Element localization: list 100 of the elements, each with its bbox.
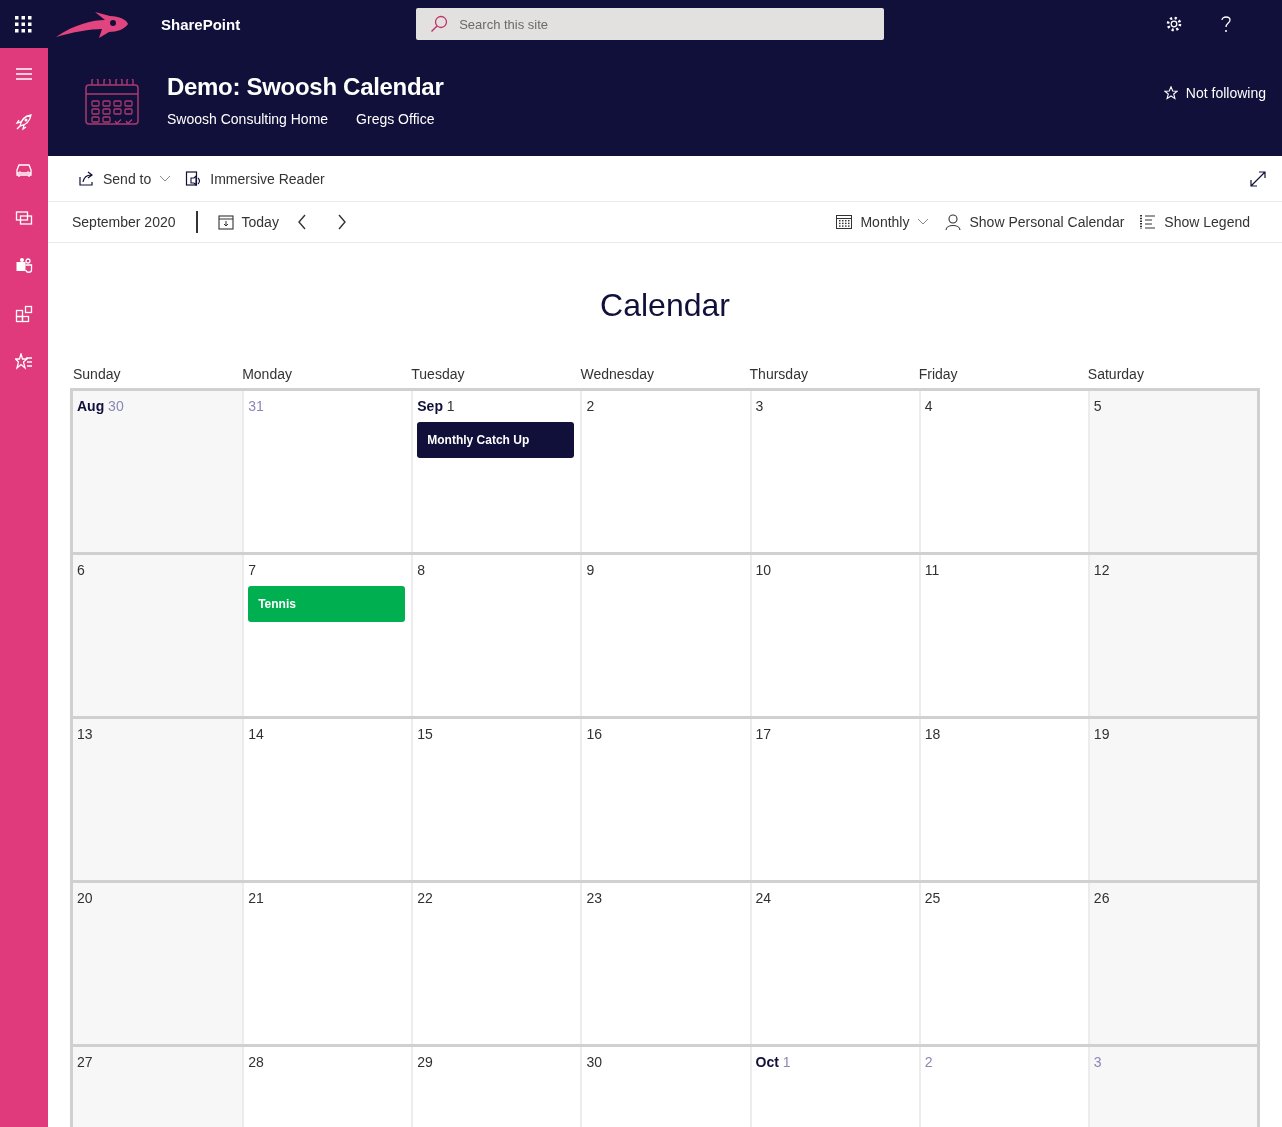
event-item[interactable]: Monthly Catch Up [417, 422, 575, 458]
day-number: 21 [248, 890, 265, 906]
previous-button[interactable] [296, 214, 307, 230]
day-cell[interactable]: 19 [1087, 719, 1257, 880]
day-number: 5 [1093, 398, 1103, 414]
chevron-down-icon [917, 218, 930, 226]
share-icon [78, 170, 95, 187]
rail-button[interactable] [15, 256, 33, 276]
day-number: Sep 1 [417, 398, 456, 414]
chevron-right-icon [336, 214, 347, 230]
day-number: Oct 1 [755, 1054, 792, 1070]
show-personal-calendar-button[interactable]: Show Personal Calendar [945, 214, 1125, 230]
day-number: 8 [417, 562, 427, 578]
people-icon [15, 257, 33, 275]
settings-icon [1165, 15, 1183, 33]
chevron-left-icon [296, 214, 307, 230]
menu-icon [15, 65, 33, 83]
site-link[interactable]: Gregs Office [356, 111, 435, 127]
day-number: 22 [417, 890, 434, 906]
calendar-icon [836, 214, 853, 230]
expand-button[interactable] [1250, 170, 1266, 187]
chevron-down-icon [159, 174, 172, 183]
day-number: 3 [1093, 1054, 1103, 1070]
day-number: 25 [924, 890, 942, 906]
search-icon [430, 15, 449, 33]
day-number: 10 [755, 562, 773, 578]
day-number: 2 [924, 1054, 934, 1070]
send-to-button[interactable]: Send to [78, 170, 172, 187]
day-cell[interactable]: 5 [1087, 391, 1257, 552]
rocket-icon [15, 113, 33, 131]
weekday-header: Thursday [749, 366, 809, 382]
day-number: 23 [586, 890, 603, 906]
weekday-header: Friday [918, 366, 959, 382]
weekday-header: Wednesday [580, 366, 656, 382]
day-number: 13 [77, 726, 94, 742]
day-number: 11 [924, 562, 941, 578]
day-number: 20 [77, 890, 94, 906]
app-launcher-button[interactable] [15, 15, 32, 33]
day-number: 28 [248, 1054, 265, 1070]
today-button[interactable]: Today [217, 214, 279, 230]
day-number: 6 [77, 562, 86, 578]
day-number: 17 [755, 726, 773, 742]
rail-button[interactable] [15, 304, 33, 324]
day-cell[interactable]: 13 [73, 719, 243, 880]
apps-icon [15, 305, 33, 323]
help-icon [1220, 15, 1232, 33]
day-cell[interactable]: 27 [73, 1047, 243, 1127]
weekday-header: Sunday [73, 366, 122, 382]
site-title: Demo: Swoosh Calendar [167, 73, 444, 101]
calendar-icon [85, 79, 139, 125]
car-icon [15, 161, 33, 179]
day-number: 2 [586, 398, 596, 414]
immersive-reader-button[interactable]: Immersive Reader [185, 170, 325, 187]
rail-button[interactable] [15, 112, 33, 132]
rail-button[interactable] [15, 208, 33, 228]
day-number: 27 [77, 1054, 94, 1070]
search-field[interactable]: Search this site [416, 8, 885, 40]
windows-icon [15, 209, 33, 227]
follow-button[interactable]: Not following [1163, 85, 1266, 101]
month-label: September 2020 [72, 214, 176, 230]
book-speaker-icon [185, 170, 203, 187]
weekday-header: Monday [242, 366, 293, 382]
day-cell[interactable]: 12 [1087, 555, 1257, 716]
day-cell[interactable]: 6 [73, 555, 243, 716]
waffle-icon [15, 15, 32, 33]
day-number: 24 [755, 890, 773, 906]
star-icon [1163, 86, 1178, 100]
day-number: Aug 30 [77, 398, 125, 414]
help-button[interactable] [1220, 15, 1232, 33]
day-cell[interactable]: Aug 30 [73, 391, 243, 552]
day-number: 9 [586, 562, 596, 578]
calendar-title: Calendar [599, 287, 731, 324]
view-dropdown[interactable]: Monthly [836, 214, 930, 230]
day-number: 4 [924, 398, 934, 414]
day-number: 26 [1093, 890, 1111, 906]
expand-icon [1250, 170, 1266, 187]
day-number: 18 [924, 726, 942, 742]
weekday-header: Tuesday [411, 366, 466, 382]
day-number: 16 [586, 726, 603, 742]
day-number: 19 [1093, 726, 1111, 742]
site-link[interactable]: Swoosh Consulting Home [167, 111, 329, 127]
day-number: 12 [1093, 562, 1111, 578]
show-legend-button[interactable]: Show Legend [1140, 214, 1250, 230]
day-number: 29 [417, 1054, 434, 1070]
day-number: 14 [248, 726, 265, 742]
settings-button[interactable] [1165, 15, 1183, 33]
day-number: 31 [248, 398, 265, 414]
next-button[interactable] [336, 214, 347, 230]
day-cell[interactable]: 26 [1087, 883, 1257, 1044]
day-cell[interactable]: 20 [73, 883, 243, 1044]
day-number: 15 [417, 726, 434, 742]
calendar-today-icon [217, 214, 234, 230]
day-number: 7 [248, 562, 257, 578]
day-number: 30 [586, 1054, 603, 1070]
person-icon [945, 214, 962, 230]
list-icon [1140, 214, 1157, 230]
day-number: 3 [755, 398, 765, 414]
weekday-header: Saturday [1087, 366, 1145, 382]
rail-button[interactable] [15, 352, 33, 372]
star-list-icon [15, 353, 33, 371]
